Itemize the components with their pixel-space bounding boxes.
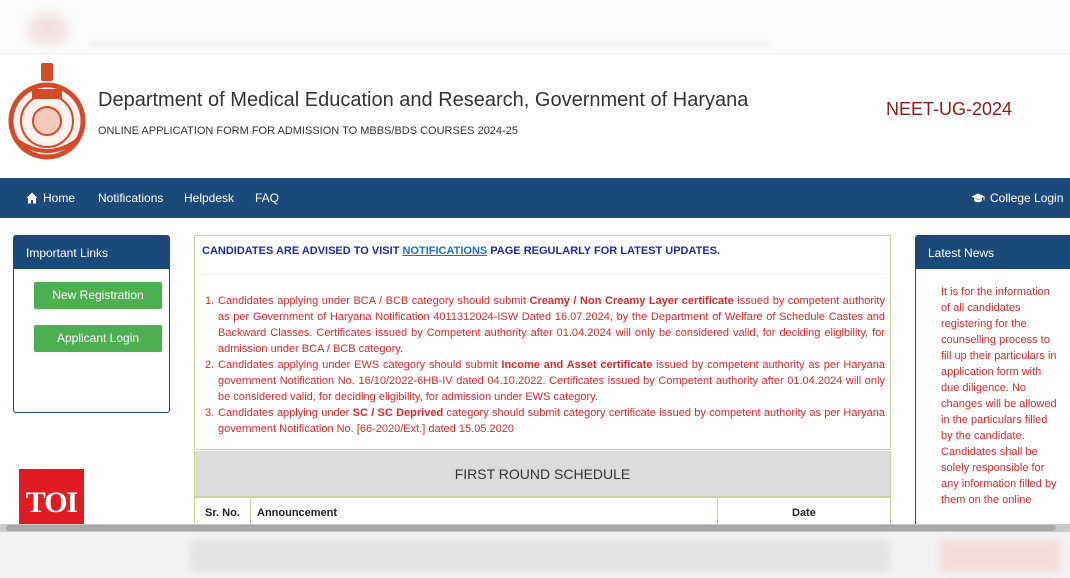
important-links-panel: Important Links New Registration Applica…: [13, 235, 170, 413]
top-strip: [0, 0, 1070, 54]
notice-item: 3. Candidates applying under SC / SC Depr…: [205, 405, 885, 437]
haryana-emblem-icon: [8, 63, 86, 160]
nav-college-login[interactable]: College Login: [971, 191, 1063, 205]
horizontal-scrollbar[interactable]: [0, 524, 1070, 532]
notice-list: 1. Candidates applying under BCA / BCB ca…: [205, 293, 885, 437]
blurred-line: [90, 42, 770, 46]
notice-divider: [202, 274, 883, 275]
blurred-table-row: [190, 540, 890, 572]
notice-item-text: Candidates applying under EWS category s…: [218, 359, 498, 371]
site-header: Department of Medical Education and Rese…: [0, 55, 1070, 178]
notice-item: 1. Candidates applying under BCA / BCB ca…: [205, 293, 885, 357]
blurred-logo: [28, 14, 68, 44]
notice-item-text: Candidates applying under BCA / BCB cate…: [218, 295, 526, 307]
notice-item: 2. Candidates applying under EWS category…: [205, 357, 885, 405]
exam-label: NEET-UG-2024: [886, 99, 1013, 119]
notice-heading-before: CANDIDATES ARE ADVISED TO VISIT: [202, 245, 400, 257]
main-navbar: Home Notifications Helpdesk FAQ College …: [0, 178, 1070, 218]
notice-item-bold: SC / SC Deprived: [352, 407, 444, 419]
notice-item-bold: Income and Asset certificate: [501, 359, 653, 371]
nav-helpdesk[interactable]: Helpdesk: [184, 191, 234, 205]
applicant-login-button[interactable]: Applicant Login: [34, 325, 162, 352]
notice-item-number: 2.: [205, 359, 215, 371]
latest-news-text: It is for the information of all candida…: [941, 286, 1057, 506]
new-registration-button[interactable]: New Registration: [34, 282, 162, 309]
nav-notifications[interactable]: Notifications: [98, 191, 163, 205]
notice-item-bold: Creamy / Non Creamy Layer certificate: [529, 295, 734, 307]
home-icon: [26, 192, 38, 204]
latest-news-title: Latest News: [916, 236, 1070, 269]
blurred-footer: [0, 532, 1070, 578]
nav-home[interactable]: Home: [26, 191, 75, 205]
scrollbar-thumb[interactable]: [6, 525, 1056, 531]
schedule-title: FIRST ROUND SCHEDULE: [194, 451, 891, 497]
page-title: Department of Medical Education and Rese…: [98, 89, 749, 111]
latest-news-panel: Latest News It is for the information of…: [915, 235, 1070, 535]
notice-box: CANDIDATES ARE ADVISED TO VISIT NOTIFICA…: [194, 235, 891, 450]
notice-heading-after: PAGE REGULARLY FOR LATEST UPDATES.: [490, 245, 721, 257]
notice-item-number: 3.: [205, 407, 215, 419]
nav-home-label: Home: [43, 191, 76, 205]
notice-item-number: 1.: [205, 295, 215, 307]
blurred-news-block: [940, 540, 1060, 572]
college-login-label: College Login: [990, 191, 1064, 205]
graduation-cap-icon: [971, 193, 985, 203]
nav-faq[interactable]: FAQ: [255, 191, 279, 205]
notice-item-text: Candidates applying under: [218, 407, 350, 419]
schedule-table: Sr. No. Announcement Date: [194, 497, 891, 528]
notifications-link[interactable]: NOTIFICATIONS: [402, 245, 487, 257]
page-subtitle: ONLINE APPLICATION FORM FOR ADMISSION TO…: [98, 125, 518, 137]
notice-heading: CANDIDATES ARE ADVISED TO VISIT NOTIFICA…: [202, 245, 720, 257]
important-links-title: Important Links: [14, 236, 169, 269]
